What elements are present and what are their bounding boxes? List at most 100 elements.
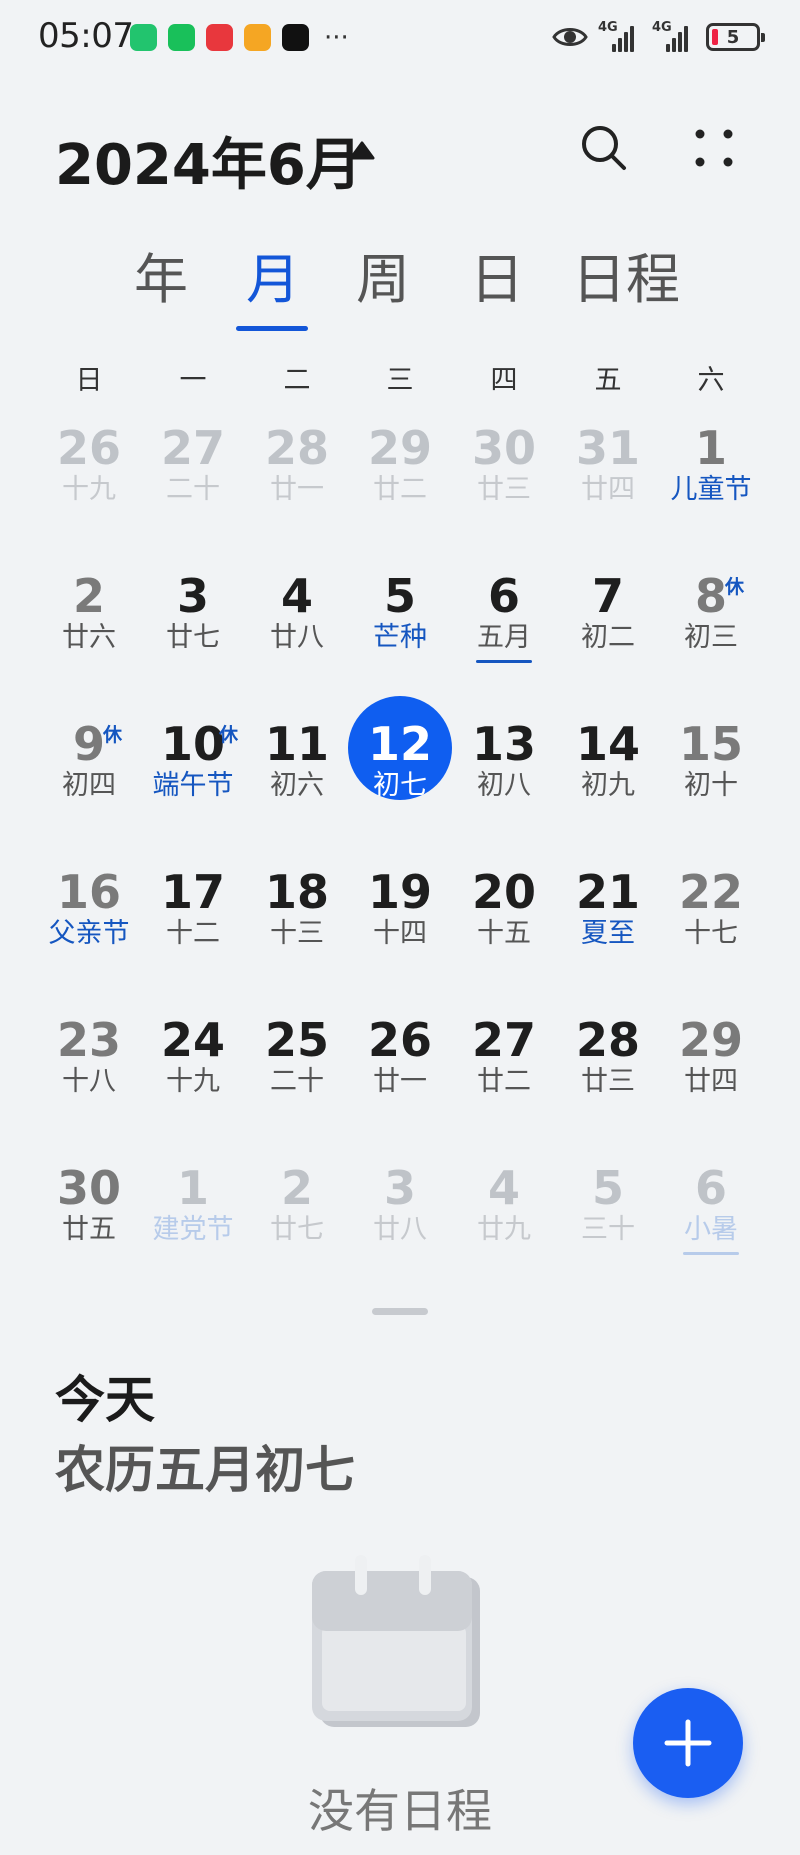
- day-number: 9: [72, 717, 105, 771]
- day-number: 5: [383, 569, 416, 623]
- day-cell[interactable]: 13 初八: [452, 718, 556, 848]
- day-cell[interactable]: 20 十五: [452, 866, 556, 996]
- day-number: 29: [367, 421, 432, 475]
- day-cell[interactable]: 4 廿九: [452, 1162, 556, 1292]
- day-number: 18: [264, 865, 329, 919]
- today-lunar-date: 农历五月初七: [55, 1441, 355, 1499]
- month-title[interactable]: 2024年6月: [55, 120, 362, 201]
- holiday-rest-badge: 休: [725, 576, 745, 598]
- day-number: 7: [591, 569, 624, 623]
- caret-up-icon[interactable]: [348, 139, 376, 161]
- drag-handle[interactable]: [372, 1308, 428, 1315]
- day-number: 26: [367, 1013, 432, 1067]
- tab-agenda[interactable]: 日程: [572, 248, 680, 312]
- weekday-label: 三: [386, 365, 414, 396]
- tab-month[interactable]: 月: [246, 248, 300, 312]
- day-cell[interactable]: 26 十九: [37, 422, 141, 552]
- add-event-button[interactable]: [633, 1688, 743, 1798]
- solar-term-underline: [683, 1252, 739, 1255]
- day-cell[interactable]: 1 建党节: [141, 1162, 245, 1292]
- wechat-app-icon: [168, 24, 195, 51]
- day-cell[interactable]: 15 初十: [659, 718, 763, 848]
- day-number: 1: [176, 1161, 209, 1215]
- holiday-rest-badge: 休: [219, 724, 239, 746]
- battery-level: 5: [726, 26, 740, 48]
- weekday-label: 四: [490, 365, 518, 396]
- tab-year[interactable]: 年: [134, 248, 188, 312]
- day-number: 3: [383, 1161, 416, 1215]
- day-cell[interactable]: 29 廿二: [348, 422, 452, 552]
- day-cell[interactable]: 8 初三 休: [659, 570, 763, 700]
- day-number: 3: [176, 569, 209, 623]
- day-cell-today[interactable]: 12 初七: [348, 696, 452, 848]
- weekday-label: 五: [594, 365, 622, 396]
- day-cell[interactable]: 9 初四休: [37, 718, 141, 848]
- orange-app-icon: [244, 24, 271, 51]
- day-cell[interactable]: 6 小暑: [659, 1162, 763, 1292]
- day-number: 27: [160, 421, 225, 475]
- lunar-date: 十七: [684, 918, 738, 949]
- view-tabs: 年月周日日程: [0, 248, 800, 338]
- status-time: 05:07: [38, 16, 134, 56]
- search-icon[interactable]: [578, 122, 630, 174]
- weekday-label: 一: [179, 365, 207, 396]
- day-cell[interactable]: 26 廿一: [348, 1014, 452, 1144]
- day-cell[interactable]: 30 廿五: [37, 1162, 141, 1292]
- active-tab-indicator: [236, 326, 308, 331]
- weekday-label: 二: [283, 365, 311, 396]
- day-cell[interactable]: 19 十四: [348, 866, 452, 996]
- day-cell[interactable]: 30 廿三: [452, 422, 556, 552]
- day-number: 4: [280, 569, 313, 623]
- day-number: 16: [56, 865, 121, 919]
- status-bar: 05:07 ··· 4G 4G 5: [0, 0, 800, 76]
- day-number: 30: [471, 421, 536, 475]
- day-cell[interactable]: 6 五月: [452, 570, 556, 700]
- day-cell[interactable]: 22 十七: [659, 866, 763, 996]
- day-number: 23: [56, 1013, 121, 1067]
- day-number: 12: [367, 717, 432, 771]
- day-number: 6: [694, 1161, 727, 1215]
- day-number: 28: [575, 1013, 640, 1067]
- day-cell[interactable]: 10 端午节休: [141, 718, 245, 848]
- status-indicators: 4G 4G 5: [552, 20, 765, 52]
- day-cell[interactable]: 1 儿童节: [659, 422, 763, 552]
- eye-comfort-icon: [552, 28, 588, 46]
- day-number: 31: [575, 421, 640, 475]
- day-cell[interactable]: 3 廿八: [348, 1162, 452, 1292]
- day-cell[interactable]: 2 廿六: [37, 570, 141, 700]
- day-cell[interactable]: 29 廿四: [659, 1014, 763, 1144]
- weekday-label: 六: [697, 365, 725, 396]
- more-dots-icon[interactable]: [692, 126, 736, 170]
- day-number: 25: [264, 1013, 329, 1067]
- day-cell[interactable]: 3 廿七: [141, 570, 245, 700]
- notification-icons: ···: [130, 24, 349, 51]
- day-number: 26: [56, 421, 121, 475]
- day-number: 14: [575, 717, 640, 771]
- tab-day[interactable]: 日: [470, 248, 524, 312]
- solar-term-underline: [476, 660, 532, 663]
- day-cell[interactable]: 16 父亲节: [37, 866, 141, 996]
- festival-label: 儿童节: [670, 474, 752, 505]
- day-cell[interactable]: 23 十八: [37, 1014, 141, 1144]
- huawei-store-app-icon: [206, 24, 233, 51]
- tab-week[interactable]: 周: [356, 248, 410, 312]
- signal-icon-1: 4G: [598, 20, 642, 52]
- day-number: 13: [471, 717, 536, 771]
- day-cell[interactable]: 24 十九: [141, 1014, 245, 1144]
- day-number: 17: [160, 865, 225, 919]
- day-number: 5: [591, 1161, 624, 1215]
- day-cell[interactable]: 27 廿二: [452, 1014, 556, 1144]
- network-type-1: 4G: [598, 20, 618, 35]
- day-cell[interactable]: 5 芒种: [348, 570, 452, 700]
- day-cell[interactable]: 27 二十: [141, 422, 245, 552]
- plus-icon: [664, 1719, 712, 1767]
- day-number: 30: [56, 1161, 121, 1215]
- calendar-illustration-icon: [312, 1555, 480, 1727]
- day-number: 8: [694, 569, 727, 623]
- day-cell[interactable]: 17 十二: [141, 866, 245, 996]
- dewu-app-icon: [282, 24, 309, 51]
- lunar-date: 初十: [684, 770, 738, 801]
- day-number: 6: [487, 569, 520, 623]
- day-number: 29: [678, 1013, 743, 1067]
- day-number: 11: [264, 717, 329, 771]
